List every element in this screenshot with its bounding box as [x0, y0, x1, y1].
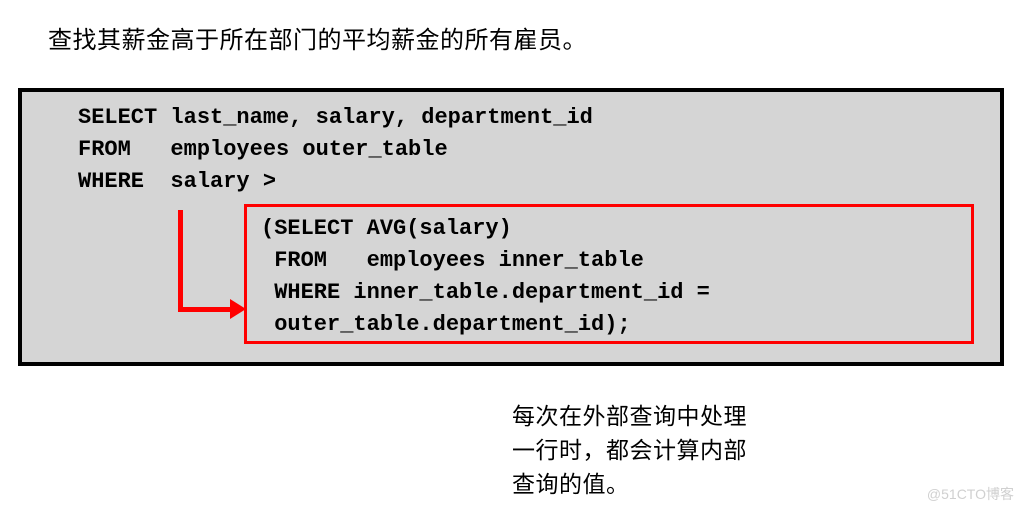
code-line: FROM employees outer_table [78, 137, 448, 162]
footer-note: 每次在外部查询中处理 一行时，都会计算内部 查询的值。 [512, 400, 747, 502]
footer-line: 一行时，都会计算内部 [512, 434, 747, 468]
watermark: @51CTO博客 [927, 484, 1014, 504]
code-line: SELECT last_name, salary, department_id [78, 105, 593, 130]
code-box: SELECT last_name, salary, department_id … [18, 88, 1004, 366]
footer-line: 查询的值。 [512, 468, 747, 502]
page-title: 查找其薪金高于所在部门的平均薪金的所有雇员。 [48, 20, 587, 55]
arrow-horizontal [178, 307, 233, 312]
footer-line: 每次在外部查询中处理 [512, 400, 747, 434]
page-container: 查找其薪金高于所在部门的平均薪金的所有雇员。 SELECT last_name,… [0, 0, 1024, 512]
code-line: WHERE inner_table.department_id = [261, 280, 710, 305]
arrow-vertical [178, 210, 183, 312]
outer-query: SELECT last_name, salary, department_id … [78, 102, 593, 198]
code-line: outer_table.department_id); [261, 312, 631, 337]
code-line: WHERE salary > [78, 169, 276, 194]
code-line: FROM employees inner_table [261, 248, 644, 273]
code-line: (SELECT AVG(salary) [261, 216, 512, 241]
inner-subquery-box: (SELECT AVG(salary) FROM employees inner… [244, 204, 974, 344]
